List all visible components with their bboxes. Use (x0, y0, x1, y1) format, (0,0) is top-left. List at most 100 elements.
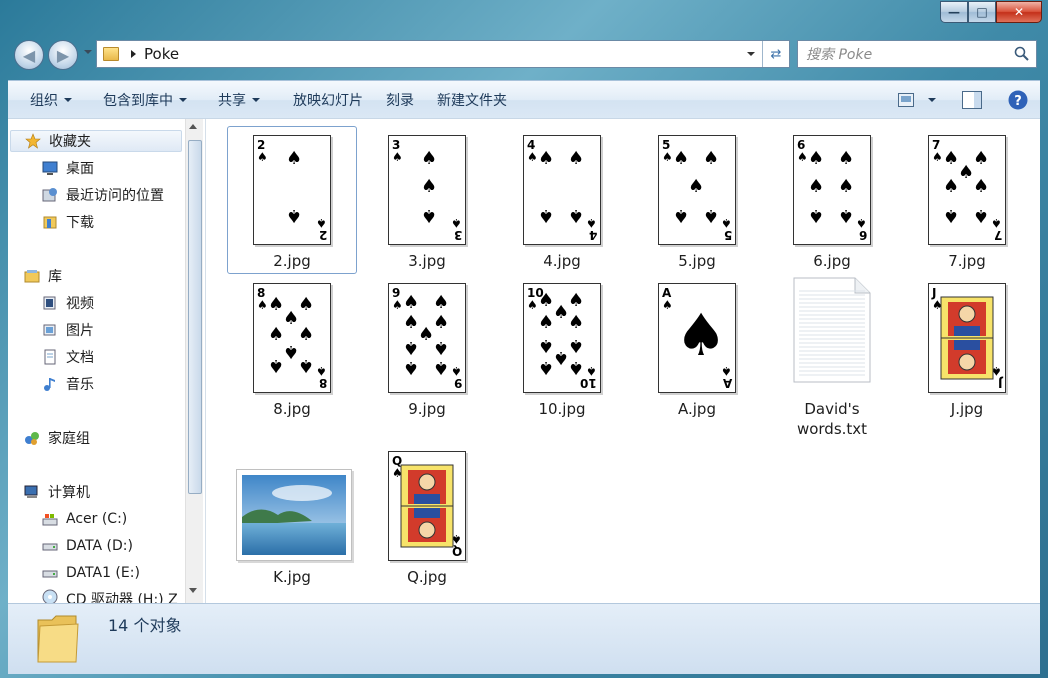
file-item[interactable]: 4 ♠ 4 ♠ ♠ ♠ ♠ ♠ 4.jpg (498, 127, 626, 277)
file-item[interactable]: 10 ♠ 10 ♠ ♠ ♠ ♠ ♠ ♠ ♠ ♠ ♠ ♠ ♠ 10.jpg (498, 275, 626, 425)
item-count: 14 个对象 (108, 616, 182, 635)
sidebar-item-label: DATA1 (E:) (66, 565, 140, 581)
file-item[interactable]: David's words.txt (768, 275, 896, 438)
address-path[interactable]: Poke (144, 45, 179, 63)
file-item[interactable]: A ♠ A ♠ ♠ A.jpg (633, 275, 761, 425)
recent-pages-dropdown[interactable] (84, 50, 92, 54)
sidebar-item-drive-h[interactable]: CD 驱动器 (H:) Z (42, 589, 178, 603)
view-dropdown-icon[interactable] (928, 98, 936, 102)
file-item[interactable]: 2 ♠ 2 ♠ ♠ ♠ 2.jpg (227, 126, 357, 277)
music-library-icon (44, 378, 55, 391)
face-card-portrait-icon (400, 464, 454, 548)
maximize-button[interactable]: □ (968, 1, 996, 23)
spade-icon: ♠ (421, 176, 438, 197)
view-options-icon[interactable] (898, 93, 914, 107)
file-item[interactable]: 8 ♠ 8 ♠ ♠ ♠ ♠ ♠ ♠ ♠ ♠ ♠ 8.jpg (228, 275, 356, 425)
preview-pane-icon[interactable] (962, 91, 982, 109)
share-button[interactable]: 共享 (200, 81, 273, 119)
address-dropdown-icon[interactable] (747, 52, 755, 56)
help-icon[interactable]: ? (1008, 90, 1028, 110)
spade-icon: ♠ (283, 341, 300, 362)
sidebar-item-downloads[interactable]: 下载 (42, 211, 94, 233)
card-rank-bottom: J (997, 376, 1002, 390)
file-item[interactable]: 6 ♠ 6 ♠ ♠ ♠ ♠ ♠ ♠ ♠ 6.jpg (768, 127, 896, 277)
search-icon[interactable] (1014, 46, 1030, 62)
scrollbar-thumb[interactable] (188, 140, 202, 494)
sidebar-item-label: 库 (48, 269, 62, 285)
spade-icon: ♠ (973, 148, 990, 169)
include-in-library-button[interactable]: 包含到库中 (85, 81, 200, 119)
landscape-photo-icon (242, 475, 346, 555)
command-bar: 组织 包含到库中 共享 放映幻灯片 刻录 新建文件夹 ? (8, 80, 1040, 119)
sidebar-item-label: 图片 (66, 323, 94, 339)
scroll-up-arrow-icon[interactable] (189, 124, 197, 129)
spade-icon: ♠ (268, 355, 285, 376)
file-item[interactable]: Q ♠ Q ♠ Q.jpg (363, 443, 491, 593)
playing-card-thumbnail: 2 ♠ 2 ♠ ♠ ♠ (253, 135, 331, 245)
file-item[interactable]: K.jpg (228, 443, 356, 593)
spade-icon: ♠ (418, 324, 435, 345)
spade-icon: ♠ (403, 357, 420, 378)
text-file-icon (793, 277, 871, 383)
breadcrumb-arrow-icon[interactable] (131, 50, 136, 58)
spade-icon: ♠ (943, 205, 960, 226)
windows-drive-icon (42, 514, 58, 526)
sidebar-item-videos[interactable]: 视频 (42, 292, 94, 314)
chevron-down-icon (252, 98, 260, 102)
playing-card-thumbnail: A ♠ A ♠ ♠ (658, 283, 736, 393)
refresh-button[interactable]: ⇄ (762, 41, 789, 67)
back-button[interactable]: ◀ (14, 40, 44, 70)
image-thumbnail (236, 469, 352, 561)
sidebar-item-drive-d[interactable]: DATA (D:) (42, 535, 133, 557)
spade-icon: ♠ (675, 301, 727, 369)
forward-button[interactable]: ▶ (48, 40, 78, 70)
documents-library-icon (44, 349, 56, 365)
sidebar-item-favorites[interactable]: 收藏夹 (10, 130, 182, 152)
spade-icon: ♠ (568, 148, 585, 169)
spade-icon: ♠ (421, 205, 438, 226)
sidebar-item-documents[interactable]: 文档 (42, 346, 94, 368)
scroll-down-arrow-icon[interactable] (189, 588, 197, 593)
spade-icon: ♠ (298, 324, 315, 345)
file-item[interactable]: 7 ♠ 7 ♠ ♠ ♠ ♠ ♠ ♠ ♠ ♠ 7.jpg (903, 127, 1031, 277)
spade-icon: ♠ (298, 294, 315, 315)
sidebar-item-homegroup[interactable]: 家庭组 (24, 427, 90, 449)
spade-icon: ♠ (403, 312, 420, 333)
spade-icon: ♠ (403, 337, 420, 358)
sidebar-item-pictures[interactable]: 图片 (42, 319, 94, 341)
file-item[interactable]: 5 ♠ 5 ♠ ♠ ♠ ♠ ♠ ♠ 5.jpg (633, 127, 761, 277)
pictures-library-icon (43, 324, 56, 336)
file-item[interactable]: J ♠ J ♠ J.jpg (903, 275, 1031, 425)
spade-icon: ♠ (662, 150, 673, 164)
sidebar-item-drive-c[interactable]: Acer (C:) (42, 508, 127, 530)
sidebar-item-desktop[interactable]: 桌面 (42, 157, 94, 179)
search-placeholder: 搜索 Poke (806, 47, 873, 63)
file-name-label: 8.jpg (273, 400, 311, 418)
spade-icon: ♠ (586, 216, 597, 230)
sidebar-item-music[interactable]: 音乐 (42, 373, 94, 395)
minimize-button[interactable]: — (940, 1, 968, 23)
slideshow-button[interactable]: 放映幻灯片 (273, 81, 376, 119)
sidebar-item-drive-e[interactable]: DATA1 (E:) (42, 562, 140, 584)
file-name-label: K.jpg (273, 568, 311, 586)
sidebar-item-computer[interactable]: 计算机 (24, 481, 90, 503)
burn-button[interactable]: 刻录 (376, 81, 427, 119)
organize-button[interactable]: 组织 (8, 81, 85, 119)
file-item[interactable]: 3 ♠ 3 ♠ ♠ ♠ ♠ 3.jpg (363, 127, 491, 277)
spade-icon: ♠ (268, 294, 285, 315)
spade-icon: ♠ (286, 148, 303, 169)
new-folder-button[interactable]: 新建文件夹 (427, 81, 520, 119)
file-name-label: Q.jpg (407, 568, 447, 586)
playing-card-thumbnail: 6 ♠ 6 ♠ ♠ ♠ ♠ ♠ ♠ ♠ (793, 135, 871, 245)
search-input[interactable]: 搜索 Poke (797, 40, 1037, 68)
spade-icon: ♠ (553, 347, 570, 368)
file-name-label: 5.jpg (678, 252, 716, 270)
sidebar-item-label: 文档 (66, 350, 94, 366)
close-button[interactable]: ✕ (996, 1, 1042, 23)
spade-icon: ♠ (527, 298, 538, 312)
file-item[interactable]: 9 ♠ 9 ♠ ♠ ♠ ♠ ♠ ♠ ♠ ♠ ♠ ♠ 9.jpg (363, 275, 491, 425)
sidebar-item-recent-places[interactable]: 最近访问的位置 (42, 184, 164, 206)
sidebar-item-libraries[interactable]: 库 (24, 265, 62, 287)
sidebar-item-label: 最近访问的位置 (66, 188, 164, 204)
address-bar[interactable]: Poke ⇄ (96, 40, 790, 68)
